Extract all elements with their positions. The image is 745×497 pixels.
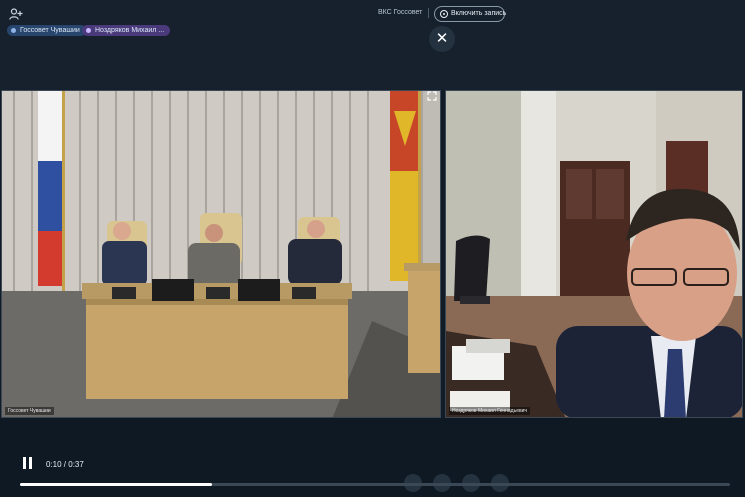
participant-chip-label: Госсовет Чувашии (20, 27, 80, 34)
video-frame-office (446, 91, 742, 417)
close-icon: ✕ (435, 30, 449, 47)
video-tile-gossovet[interactable]: Госсовет Чувашии (1, 90, 441, 418)
progress-bar[interactable] (20, 483, 730, 486)
video-tile-nozdryakov[interactable]: Ноздряков Михаил Геннадьевич (445, 90, 743, 418)
participant-chip-nozdryakov[interactable]: Ноздряков Михаил ... (82, 25, 171, 36)
close-button[interactable]: ✕ (429, 26, 455, 52)
add-user-icon[interactable] (9, 8, 23, 20)
time-display: 0:10 / 0:37 (46, 460, 84, 469)
top-bar: Госсовет Чувашии Ноздряков Михаил ... ВК… (0, 0, 745, 90)
progress-fill (20, 483, 212, 486)
record-button[interactable]: Включить запись (434, 6, 507, 22)
participant-dot-icon (11, 28, 16, 33)
participant-chip-label: Ноздряков Михаил ... (95, 27, 165, 34)
tile-name-left: Госсовет Чувашии (5, 407, 54, 415)
fullscreen-icon[interactable] (427, 91, 437, 101)
pause-icon (23, 457, 26, 469)
header-divider (428, 8, 429, 18)
tile-name-right: Ноздряков Михаил Геннадьевич (449, 407, 531, 415)
pause-icon (29, 457, 32, 469)
pause-button[interactable] (22, 457, 34, 471)
record-icon (440, 10, 448, 18)
participant-chip-gossovet[interactable]: Госсовет Чувашии (7, 25, 86, 36)
record-button-label: Включить запись (451, 10, 507, 17)
video-frame-hall (2, 91, 440, 417)
participant-dot-icon (86, 28, 91, 33)
conference-title: ВКС Госсовет (378, 9, 423, 16)
